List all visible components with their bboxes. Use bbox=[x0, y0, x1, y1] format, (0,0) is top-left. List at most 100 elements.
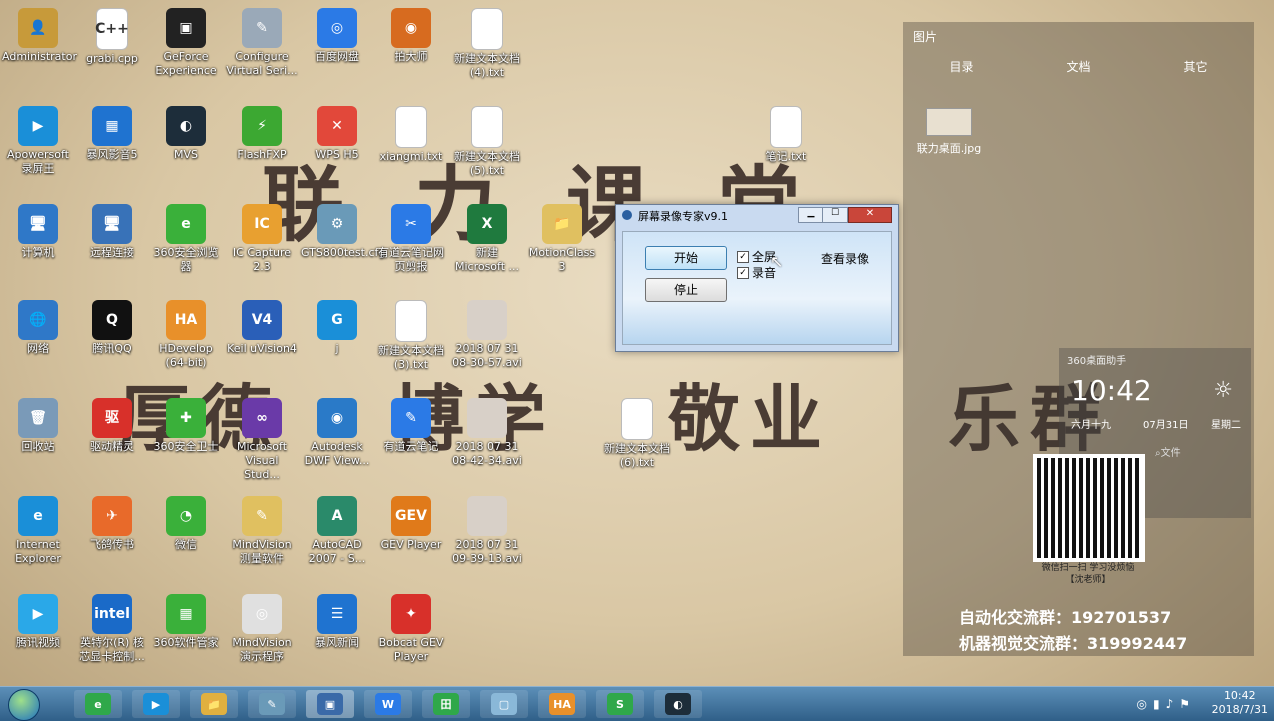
assistant-date: 07月31日 bbox=[1143, 420, 1189, 431]
desktop-icon[interactable]: ◔ 微信 bbox=[150, 496, 222, 552]
desktop-icon[interactable]: ✕ WPS H5 bbox=[301, 106, 373, 162]
tray-360-icon[interactable]: ◎ bbox=[1136, 697, 1152, 711]
desktop-icon[interactable]: IC IC Capture 2.3 bbox=[226, 204, 298, 274]
taskbar-app-icon: ▢ bbox=[491, 693, 517, 715]
close-button[interactable]: ✕ bbox=[848, 207, 892, 223]
minimize-button[interactable]: ▁ bbox=[798, 207, 824, 223]
taskbar-app-button[interactable]: W bbox=[364, 690, 412, 718]
desktop-icon[interactable]: 🖥 远程连接 bbox=[76, 204, 148, 260]
taskbar-app-button[interactable]: ▣ bbox=[306, 690, 354, 718]
desktop-icon[interactable]: ✈ 飞鸽传书 bbox=[76, 496, 148, 552]
desktop-icon[interactable]: 👤 Administrator bbox=[2, 8, 77, 64]
desktop-icon[interactable]: 驱驱动精灵 bbox=[76, 398, 148, 454]
desktop-icon-label: GEV Player bbox=[380, 538, 442, 551]
desktop-icon[interactable]: ▣ GeForce Experience bbox=[150, 8, 222, 78]
taskbar-app-button[interactable]: ▶ bbox=[132, 690, 180, 718]
desktop-icon[interactable]: 新建文本文档 (3).txt bbox=[375, 300, 447, 372]
taskbar-app-icon: HA bbox=[549, 693, 575, 715]
desktop-icon[interactable]: Gj bbox=[301, 300, 373, 356]
desktop-icon[interactable]: ◎ 百度网盘 bbox=[301, 8, 373, 64]
desktop-icon[interactable]: ✎ Configure Virtual Seri... bbox=[226, 8, 298, 78]
panel-tabs: 目录 文档 其它 bbox=[903, 50, 1254, 83]
taskbar-app-icon: 田 bbox=[433, 693, 459, 715]
desktop-icon[interactable]: Q 腾讯QQ bbox=[76, 300, 148, 356]
taskbar-app-button[interactable]: 田 bbox=[422, 690, 470, 718]
dialog-titlebar[interactable]: 屏幕录像专家v9.1 ▁ ☐ ✕ bbox=[616, 205, 898, 227]
desktop-icon[interactable]: 2018 07 31 08-30-57.avi bbox=[451, 300, 523, 370]
desktop-icon[interactable]: ⚡ FlashFXP bbox=[226, 106, 298, 162]
app-icon bbox=[770, 106, 802, 148]
app-icon bbox=[471, 8, 503, 50]
tray-date: 2018/7/31 bbox=[1211, 703, 1268, 716]
desktop-icon[interactable]: e 360安全浏览器 bbox=[150, 204, 222, 274]
desktop-icon[interactable]: ☰ 暴风新闻 bbox=[301, 594, 373, 650]
desktop-icon-label: 新建文本文档 (5).txt bbox=[454, 150, 520, 177]
panel-file-item[interactable]: 联力桌面.jpg bbox=[909, 108, 989, 156]
taskbar-app-button[interactable]: ▢ bbox=[480, 690, 528, 718]
desktop-icon[interactable]: ⚙ GTS800test.cfg bbox=[301, 204, 385, 260]
taskbar-app-button[interactable]: e bbox=[74, 690, 122, 718]
desktop-icon[interactable]: ▦ 360软件管家 bbox=[150, 594, 222, 650]
desktop-icon[interactable]: C++ grabi.cpp bbox=[76, 8, 148, 66]
tray-flag-icon[interactable]: ⚑ bbox=[1179, 697, 1196, 711]
tab-documents[interactable]: 文档 bbox=[1066, 58, 1090, 75]
app-icon: ✎ bbox=[242, 8, 282, 48]
app-icon bbox=[467, 300, 507, 340]
desktop-icon[interactable]: A AutoCAD 2007 - S... bbox=[301, 496, 373, 566]
desktop-icon[interactable]: e Internet Explorer bbox=[2, 496, 74, 566]
desktop-icon[interactable]: ◐ MVS bbox=[150, 106, 222, 162]
app-icon: ◉ bbox=[317, 398, 357, 438]
desktop-icon[interactable]: ▶ 腾讯视频 bbox=[2, 594, 74, 650]
stop-button[interactable]: 停止 bbox=[645, 278, 727, 302]
start-button[interactable]: 开始 bbox=[645, 246, 727, 270]
desktop-icon[interactable]: 🗑 回收站 bbox=[2, 398, 74, 454]
maximize-button[interactable]: ☐ bbox=[822, 207, 848, 223]
desktop-icon[interactable]: 新建文本文档 (4).txt bbox=[451, 8, 523, 80]
start-orb-icon[interactable] bbox=[8, 689, 40, 721]
view-recordings-link[interactable]: 查看录像 bbox=[821, 250, 869, 267]
desktop-icon[interactable]: GEV GEV Player bbox=[375, 496, 447, 552]
desktop-icon[interactable]: X 新建 Microsoft ... bbox=[451, 204, 523, 274]
assistant-search[interactable]: ⌕文件 bbox=[1155, 444, 1181, 459]
qr-code bbox=[1033, 454, 1145, 562]
app-icon: GEV bbox=[391, 496, 431, 536]
taskbar-app-button[interactable]: S bbox=[596, 690, 644, 718]
desktop-icon[interactable]: xiangmi.txt bbox=[375, 106, 447, 164]
desktop-icon[interactable]: 2018 07 31 08-42-34.avi bbox=[451, 398, 523, 468]
app-icon: A bbox=[317, 496, 357, 536]
desktop-icon[interactable]: ◎ MindVision 演示程序 bbox=[226, 594, 298, 664]
tray-volume-icon[interactable]: ♪ bbox=[1166, 697, 1180, 711]
taskbar-app-icon: ▣ bbox=[317, 693, 343, 715]
taskbar-app-icon: ✎ bbox=[259, 693, 285, 715]
desktop-icon[interactable]: V4 Keil uVision4 bbox=[226, 300, 298, 356]
taskbar-app-button[interactable]: 📁 bbox=[190, 690, 238, 718]
desktop-icon[interactable]: ▶ Apowersoft 录屏王 bbox=[2, 106, 74, 176]
assistant-weekday: 星期二 bbox=[1211, 420, 1241, 431]
desktop-icon[interactable]: ▦ 暴风影音5 bbox=[76, 106, 148, 162]
desktop-icon[interactable]: 📁 MotionClass 3 bbox=[526, 204, 598, 274]
desktop-icon[interactable]: HA HDevelop (64-bit) bbox=[150, 300, 222, 370]
desktop-icon[interactable]: ✚ 360安全卫士 bbox=[150, 398, 222, 454]
desktop-icon[interactable]: ✦ Bobcat GEV Player bbox=[375, 594, 447, 664]
desktop-icon[interactable]: 🌐 网络 bbox=[2, 300, 74, 356]
desktop-icon[interactable]: intel 英特尔(R) 核芯显卡控制... bbox=[76, 594, 148, 664]
desktop-icon[interactable]: 🖥 计算机 bbox=[2, 204, 74, 260]
taskbar-app-button[interactable]: HA bbox=[538, 690, 586, 718]
desktop-icon[interactable]: ✎ MindVision 测量软件 bbox=[226, 496, 298, 566]
tab-other[interactable]: 其它 bbox=[1183, 58, 1207, 75]
desktop-icon[interactable]: ✂ 有道云笔记网页剪报 bbox=[375, 204, 447, 274]
system-clock[interactable]: 10:42 2018/7/31 bbox=[1212, 689, 1268, 717]
taskbar-app-button[interactable]: ◐ bbox=[654, 690, 702, 718]
group-automation: 自动化交流群：192701537 bbox=[959, 608, 1172, 627]
desktop-icon[interactable]: ✎ 有道云笔记 bbox=[375, 398, 447, 454]
desktop-icon[interactable]: ◉ Autodesk DWF View... bbox=[301, 398, 373, 468]
tab-catalog[interactable]: 目录 bbox=[949, 58, 973, 75]
tray-network-icon[interactable]: ▮ bbox=[1153, 697, 1166, 711]
taskbar-app-button[interactable]: ✎ bbox=[248, 690, 296, 718]
desktop-icon[interactable]: ∞ Microsoft Visual Stud... bbox=[226, 398, 298, 482]
desktop-icon[interactable]: 新建文本文档 (6).txt bbox=[601, 398, 673, 470]
desktop-icon[interactable]: 2018 07 31 09-39-13.avi bbox=[451, 496, 523, 566]
desktop-icon[interactable]: 笔记.txt bbox=[750, 106, 822, 164]
desktop-icon[interactable]: 新建文本文档 (5).txt bbox=[451, 106, 523, 178]
desktop-icon[interactable]: ◉ 拍大师 bbox=[375, 8, 447, 64]
